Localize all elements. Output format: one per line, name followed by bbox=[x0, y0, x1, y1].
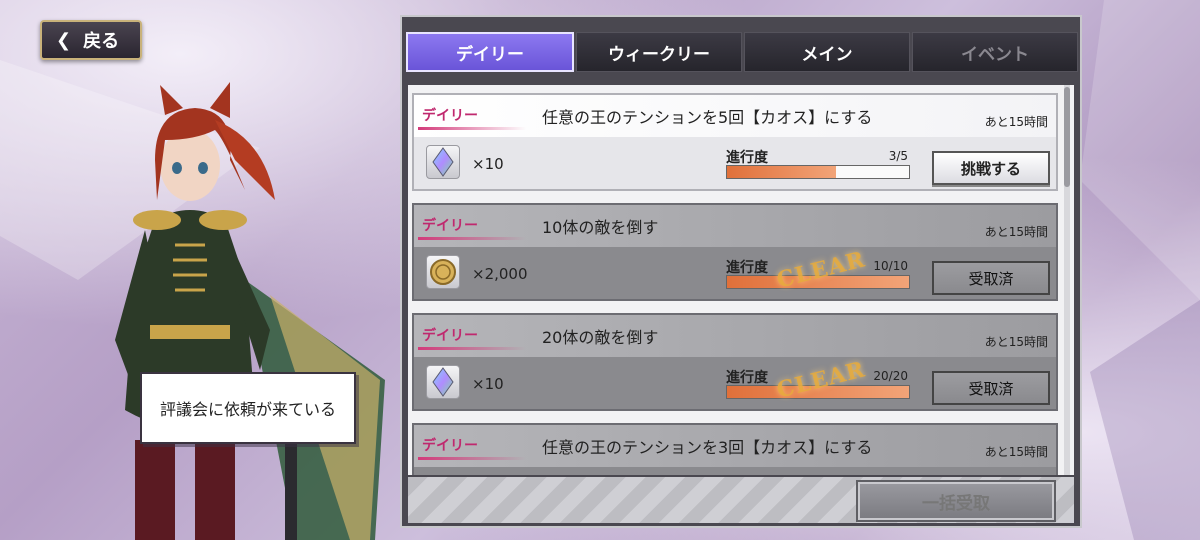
tab-event[interactable]: イベント bbox=[912, 32, 1078, 72]
reward-amount: ×2,000 bbox=[472, 265, 528, 283]
progress-label: 進行度 bbox=[726, 370, 768, 386]
mission-tabs: デイリー ウィークリー メイン イベント bbox=[406, 32, 1078, 72]
time-remaining: あと15時間 bbox=[984, 115, 1048, 129]
progress-label: 進行度 bbox=[726, 150, 768, 166]
rainbow-crystal-icon bbox=[426, 365, 460, 399]
background-facet bbox=[1080, 0, 1200, 300]
mission-title: 20体の敵を倒す bbox=[542, 328, 659, 347]
mission-panel: デイリー ウィークリー メイン イベント デイリー 任意の王のテンションを5回【… bbox=[400, 15, 1082, 528]
mission-header: デイリー 任意の王のテンションを3回【カオス】にする あと15時間 bbox=[414, 425, 1056, 467]
background-facet bbox=[1090, 300, 1200, 540]
mission-row: デイリー 20体の敵を倒す あと15時間 ×10 進行度 20/20 CLEAR… bbox=[412, 313, 1058, 411]
claimed-button[interactable]: 受取済 bbox=[932, 261, 1050, 295]
speech-text: 評議会に依頼が来ている bbox=[159, 400, 336, 419]
time-remaining: あと15時間 bbox=[984, 225, 1048, 239]
chevron-left-icon: ❮ bbox=[56, 29, 72, 51]
tag-underline bbox=[418, 457, 526, 460]
tab-weekly[interactable]: ウィークリー bbox=[576, 32, 742, 72]
character-portrait bbox=[115, 82, 385, 540]
mission-row: デイリー 任意の王のテンションを5回【カオス】にする あと15時間 ×10 進行… bbox=[412, 93, 1058, 191]
mission-title: 任意の王のテンションを3回【カオス】にする bbox=[542, 438, 873, 457]
mission-tag: デイリー bbox=[422, 108, 478, 124]
mission-list[interactable]: デイリー 任意の王のテンションを5回【カオス】にする あと15時間 ×10 進行… bbox=[408, 85, 1074, 475]
progress-count: 3/5 bbox=[888, 149, 908, 163]
tag-underline bbox=[418, 127, 526, 130]
challenge-button[interactable]: 挑戦する bbox=[932, 151, 1050, 185]
mission-row: デイリー 任意の王のテンションを3回【カオス】にする あと15時間 bbox=[412, 423, 1058, 475]
mission-tag: デイリー bbox=[422, 438, 478, 454]
claim-all-button[interactable]: 一括受取 bbox=[856, 480, 1056, 522]
progress-label: 進行度 bbox=[726, 260, 768, 276]
gold-coin-icon bbox=[426, 255, 460, 289]
mission-header: デイリー 10体の敵を倒す あと15時間 bbox=[414, 205, 1056, 247]
progress-bar bbox=[726, 165, 910, 179]
mission-row: デイリー 10体の敵を倒す あと15時間 ×2,000 進行度 10/10 CL… bbox=[412, 203, 1058, 301]
progress-fill bbox=[727, 166, 837, 178]
tag-underline bbox=[418, 347, 526, 350]
tag-underline bbox=[418, 237, 526, 240]
time-remaining: あと15時間 bbox=[984, 445, 1048, 459]
mission-tag: デイリー bbox=[422, 218, 478, 234]
mission-header: デイリー 20体の敵を倒す あと15時間 bbox=[414, 315, 1056, 357]
claimed-button[interactable]: 受取済 bbox=[932, 371, 1050, 405]
time-remaining: あと15時間 bbox=[984, 335, 1048, 349]
back-label: 戻る bbox=[83, 31, 120, 52]
mission-header: デイリー 任意の王のテンションを5回【カオス】にする あと15時間 bbox=[414, 95, 1056, 137]
rainbow-crystal-icon bbox=[426, 145, 460, 179]
reward-amount: ×10 bbox=[472, 375, 504, 393]
speech-bubble: 評議会に依頼が来ている bbox=[140, 372, 356, 444]
tab-main[interactable]: メイン bbox=[744, 32, 910, 72]
tab-daily[interactable]: デイリー bbox=[406, 32, 574, 72]
mission-title: 10体の敵を倒す bbox=[542, 218, 659, 237]
reward-amount: ×10 bbox=[472, 155, 504, 173]
scrollbar-thumb[interactable] bbox=[1064, 87, 1070, 187]
panel-footer: 一括受取 bbox=[408, 477, 1074, 523]
mission-tag: デイリー bbox=[422, 328, 478, 344]
mission-title: 任意の王のテンションを5回【カオス】にする bbox=[542, 108, 873, 127]
back-button[interactable]: ❮ 戻る bbox=[40, 20, 142, 60]
